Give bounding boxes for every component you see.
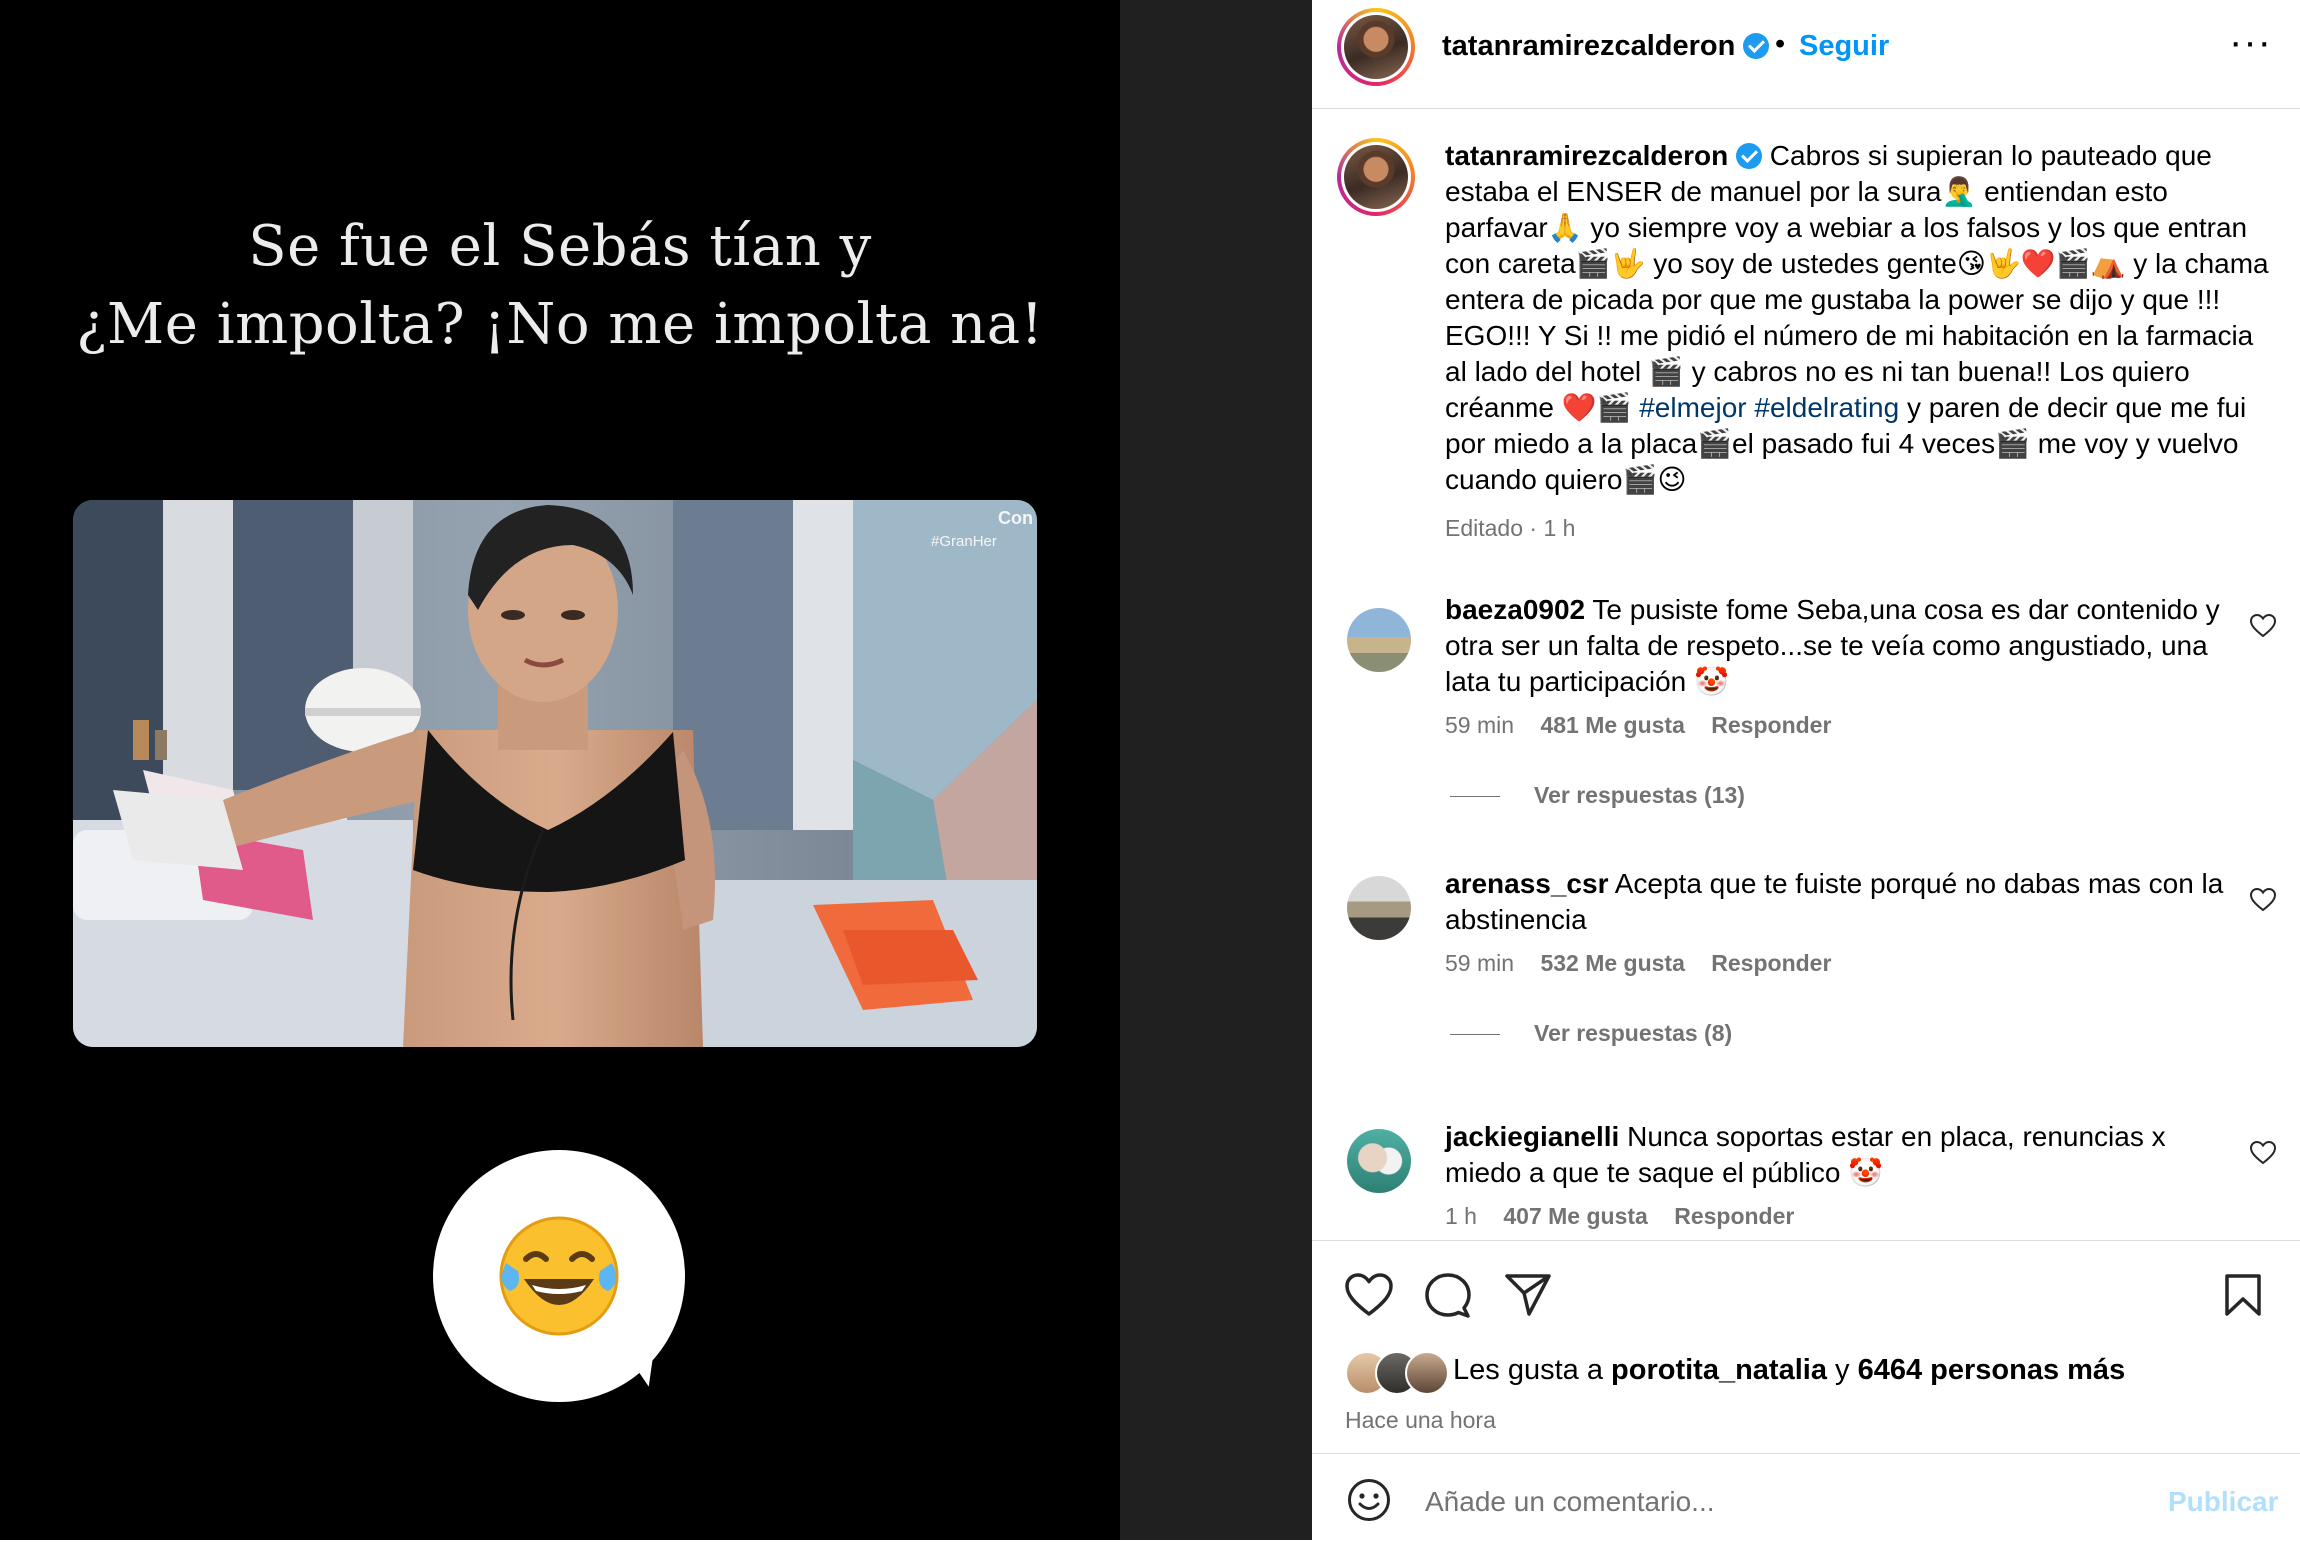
add-comment-bar: Añade un comentario... Publicar xyxy=(1312,1453,2300,1542)
comment-meta: 59 min 532 Me gusta Responder xyxy=(1445,950,1851,977)
commenter-avatar[interactable] xyxy=(1347,1129,1411,1193)
tv-screenshot: Con #GranHer xyxy=(73,500,1037,1047)
likes-conjunction: y xyxy=(1835,1354,1850,1386)
reply-button[interactable]: Responder xyxy=(1711,950,1831,976)
view-replies-button[interactable]: Ver respuestas (13) xyxy=(1450,782,1745,809)
media-caption-line-2: ¿Me impolta? ¡No me impolta na! xyxy=(76,292,1044,357)
post-media[interactable]: Se fue el Sebás tían y ¿Me impolta? ¡No … xyxy=(0,0,1120,1540)
post-timestamp[interactable]: Hace una hora xyxy=(1345,1407,1496,1434)
header-username[interactable]: tatanramirezcalderon xyxy=(1442,30,1735,62)
hashtag-link[interactable]: #elmejor xyxy=(1639,392,1746,423)
instagram-post-modal: Se fue el Sebás tían y ¿Me impolta? ¡No … xyxy=(0,0,2300,1540)
video-watermark-line-2: #GranHer xyxy=(931,533,997,550)
liker-avatars xyxy=(1345,1349,1453,1395)
comment-heart-icon[interactable] xyxy=(2250,888,2276,912)
publish-button[interactable]: Publicar xyxy=(2168,1486,2278,1518)
tears-of-joy-emoji-icon xyxy=(499,1216,619,1336)
emoji-reaction-sticker xyxy=(433,1150,685,1402)
likes-text[interactable]: Les gusta a porotita_natalia y 6464 pers… xyxy=(1453,1354,2125,1387)
comment-likes[interactable]: 407 Me gusta xyxy=(1503,1203,1647,1229)
comment-username[interactable]: baeza0902 xyxy=(1445,594,1585,625)
caption-author-avatar[interactable] xyxy=(1337,138,1415,216)
comment-likes[interactable]: 532 Me gusta xyxy=(1540,950,1684,976)
view-replies-button[interactable]: Ver respuestas (8) xyxy=(1450,1020,1732,1047)
post-header: tatanramirezcalderon • Seguir ··· xyxy=(1312,0,2300,109)
comment-username[interactable]: arenass_csr xyxy=(1445,868,1608,899)
comment-username[interactable]: jackiegianelli xyxy=(1445,1121,1619,1152)
comment-heart-icon[interactable] xyxy=(2250,614,2276,638)
media-caption-text: Se fue el Sebás tían y ¿Me impolta? ¡No … xyxy=(0,208,1120,364)
caption-text-part-1: Cabros si supieran lo pauteado que estab… xyxy=(1445,140,2269,423)
caption-meta: Editado · 1 h xyxy=(1445,515,1576,541)
header-separator: • xyxy=(1775,28,1786,60)
replies-divider xyxy=(1450,796,1500,798)
follow-button[interactable]: Seguir xyxy=(1799,30,1889,63)
post-details-panel: tatanramirezcalderon • Seguir ··· tatanr… xyxy=(1312,0,2300,1540)
caption-username[interactable]: tatanramirezcalderon xyxy=(1445,140,1728,171)
commenter-avatar[interactable] xyxy=(1347,876,1411,940)
comment-body: arenass_csr Acepta que te fuiste porqué … xyxy=(1445,866,2225,938)
story-image: Se fue el Sebás tían y ¿Me impolta? ¡No … xyxy=(0,0,1120,1540)
comment-likes[interactable]: 481 Me gusta xyxy=(1540,712,1684,738)
comment-meta: 1 h 407 Me gusta Responder xyxy=(1445,1203,1814,1230)
likes-others-count[interactable]: 6464 personas más xyxy=(1858,1354,2126,1386)
view-replies-label: Ver respuestas (8) xyxy=(1534,1020,1733,1046)
hashtag-link[interactable]: #eldelrating xyxy=(1754,392,1899,423)
video-watermark-line-1: Con xyxy=(998,508,1033,528)
comment-meta: 59 min 481 Me gusta Responder xyxy=(1445,712,1851,739)
likes-summary: Les gusta a porotita_natalia y 6464 pers… xyxy=(1312,1349,2300,1395)
caption-body: tatanramirezcalderon Cabros si supieran … xyxy=(1445,138,2275,498)
more-options-icon[interactable]: ··· xyxy=(2229,20,2272,65)
post-actions: Les gusta a porotita_natalia y 6464 pers… xyxy=(1312,1240,2300,1541)
reply-button[interactable]: Responder xyxy=(1711,712,1831,738)
likes-prefix: Les gusta a xyxy=(1453,1354,1603,1386)
comment-icon[interactable] xyxy=(1425,1273,1471,1319)
replies-divider xyxy=(1450,1034,1500,1036)
comment-input[interactable]: Añade un comentario... xyxy=(1425,1486,1715,1518)
author-avatar[interactable] xyxy=(1337,8,1415,86)
comment-time[interactable]: 59 min xyxy=(1445,950,1514,976)
view-replies-label: Ver respuestas (13) xyxy=(1534,782,1745,808)
comment-body: baeza0902 Te pusiste fome Seba,una cosa … xyxy=(1445,592,2225,700)
reply-button[interactable]: Responder xyxy=(1674,1203,1794,1229)
emoji-icon[interactable] xyxy=(1347,1478,1391,1522)
media-caption-line-1: Se fue el Sebás tían y xyxy=(248,214,872,279)
comment-body: jackiegianelli Nunca soportas estar en p… xyxy=(1445,1119,2225,1191)
share-icon[interactable] xyxy=(1505,1273,1551,1317)
liker-avatar xyxy=(1405,1351,1449,1395)
bookmark-icon[interactable] xyxy=(2224,1273,2262,1317)
verified-badge-icon xyxy=(1743,33,1770,59)
liker-username[interactable]: porotita_natalia xyxy=(1611,1354,1827,1386)
commenter-avatar[interactable] xyxy=(1347,608,1411,672)
comment-time[interactable]: 1 h xyxy=(1445,1203,1477,1229)
header-username-row: tatanramirezcalderon xyxy=(1442,30,1770,63)
comment-heart-icon[interactable] xyxy=(2250,1141,2276,1165)
like-heart-icon[interactable] xyxy=(1345,1273,1393,1317)
comments-scroll-area[interactable]: tatanramirezcalderon Cabros si supieran … xyxy=(1312,109,2300,1240)
media-backdrop xyxy=(1120,0,1312,1540)
comment-time[interactable]: 59 min xyxy=(1445,712,1514,738)
verified-badge-icon xyxy=(1736,143,1762,169)
